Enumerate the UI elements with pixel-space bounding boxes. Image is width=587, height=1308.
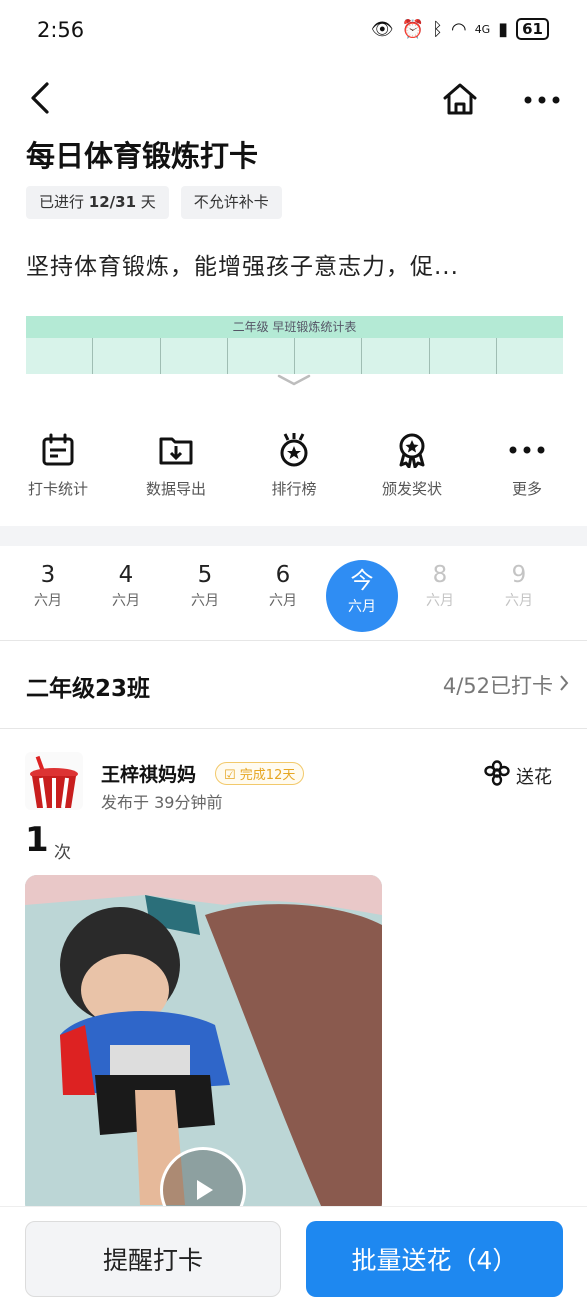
bottom-action-bar: 提醒打卡 批量送花（4） [0,1206,587,1308]
date-number: 今 [350,568,374,594]
award-ribbon-icon [362,428,462,472]
tool-award[interactable]: 颁发奖状 [362,428,462,499]
home-icon[interactable] [438,77,482,121]
send-flower-button[interactable]: 送花 [484,760,552,791]
tool-label: 排行榜 [271,480,317,498]
bluetooth-icon: ᛒ [432,18,443,40]
section-divider [0,526,587,546]
date-item[interactable]: 9 六月 [483,560,555,632]
date-item[interactable]: 5 六月 [169,560,241,632]
date-item-today[interactable]: 今 六月 [326,560,398,632]
preview-table-image[interactable]: 二年级 早班锻炼统计表 [26,316,563,374]
preview-cell [93,338,161,374]
eye-icon: 👁 [370,18,394,40]
date-number: 6 [275,562,291,588]
wifi-icon: ◠ [450,18,467,40]
status-bar: 2:56 👁 ⏰ ᛒ ◠ 4G ▮ 61 [0,0,587,64]
date-number: 5 [197,562,213,588]
send-flower-label: 送花 [516,766,552,788]
date-selector: 3 六月 4 六月 5 六月 6 六月 今 六月 8 六月 9 六月 [0,546,587,640]
preview-cell [295,338,363,374]
date-number: 4 [118,562,134,588]
status-icons: 👁 ⏰ ᛒ ◠ 4G ▮ 61 [371,18,549,40]
progress-suffix: 天 [136,193,156,211]
expand-chevron-icon[interactable] [274,370,314,390]
date-item[interactable]: 6 六月 [247,560,319,632]
folder-download-icon [126,428,226,472]
progress-value: 12/31 [88,193,137,211]
more-options-icon[interactable] [520,80,564,120]
preview-table-title: 二年级 早班锻炼统计表 [26,316,563,338]
date-number: 9 [511,562,527,588]
preview-cell [26,338,94,374]
preview-cell [161,338,228,374]
date-month: 六月 [191,593,219,609]
status-time: 2:56 [37,18,85,42]
class-name: 二年级23班 [26,676,151,702]
date-month: 六月 [505,593,533,609]
post-author[interactable]: 王梓祺妈妈 [101,760,196,787]
tool-data-export[interactable]: 数据导出 [126,428,226,499]
medal-icon [244,428,344,472]
calendar-icon [8,428,108,472]
tool-label: 数据导出 [145,480,206,498]
date-month: 六月 [348,599,376,615]
alarm-icon: ⏰ [401,18,425,40]
checkin-times: 1 [25,820,49,860]
tool-label: 颁发奖状 [381,480,442,498]
date-number: 3 [40,562,56,588]
chevron-right-icon [559,674,569,696]
top-nav [0,72,587,128]
no-makeup-tag: 不允许补卡 [180,186,282,219]
preview-cell [497,338,563,374]
tool-label: 打卡统计 [27,480,88,498]
preview-cell [362,338,430,374]
date-item[interactable]: 8 六月 [404,560,476,632]
post-video[interactable] [25,875,382,1215]
progress-prefix: 已进行 [39,193,89,211]
preview-table-cells [26,338,563,374]
remind-checkin-button[interactable]: 提醒打卡 [25,1221,281,1297]
flower-icon [484,760,510,791]
class-summary-row[interactable]: 二年级23班 4/52已打卡 [0,641,587,729]
checkin-count: 4/52已打卡 [442,674,553,698]
tool-checkin-stats[interactable]: 打卡统计 [8,428,108,499]
batch-send-flower-button[interactable]: 批量送花（4） [306,1221,563,1297]
back-icon[interactable] [22,78,58,118]
description-text[interactable]: 坚持体育锻炼，能增强孩子意志力，促... [26,247,459,281]
tool-ranking[interactable]: 排行榜 [244,428,344,499]
date-item[interactable]: 4 六月 [90,560,162,632]
progress-tag: 已进行 12/31 天 [26,186,169,219]
tool-bar: 打卡统计 数据导出 排行榜 颁发奖状 更多 [0,428,587,508]
date-month: 六月 [112,593,140,609]
date-month: 六月 [426,593,454,609]
battery-indicator: 61 [516,18,549,40]
preview-cell [228,338,295,374]
tool-label: 更多 [511,480,542,498]
date-month: 六月 [269,593,297,609]
tag-row: 已进行 12/31 天 不允许补卡 [26,186,282,219]
checkin-times-unit: 次 [54,843,71,863]
network-label: 4G [474,22,491,36]
more-dots-icon [477,428,577,472]
tool-more[interactable]: 更多 [477,428,577,499]
avatar[interactable] [25,752,83,810]
date-item[interactable]: 3 六月 [12,560,84,632]
completion-badge: ☑ 完成12天 [215,762,305,785]
date-month: 六月 [34,593,62,609]
signal-icon: ▮ [498,18,509,40]
preview-cell [430,338,497,374]
date-number: 8 [432,562,448,588]
completion-badge-text: 完成12天 [239,768,296,783]
page-title: 每日体育锻炼打卡 [26,139,259,173]
post-time: 发布于 39分钟前 [101,793,223,812]
